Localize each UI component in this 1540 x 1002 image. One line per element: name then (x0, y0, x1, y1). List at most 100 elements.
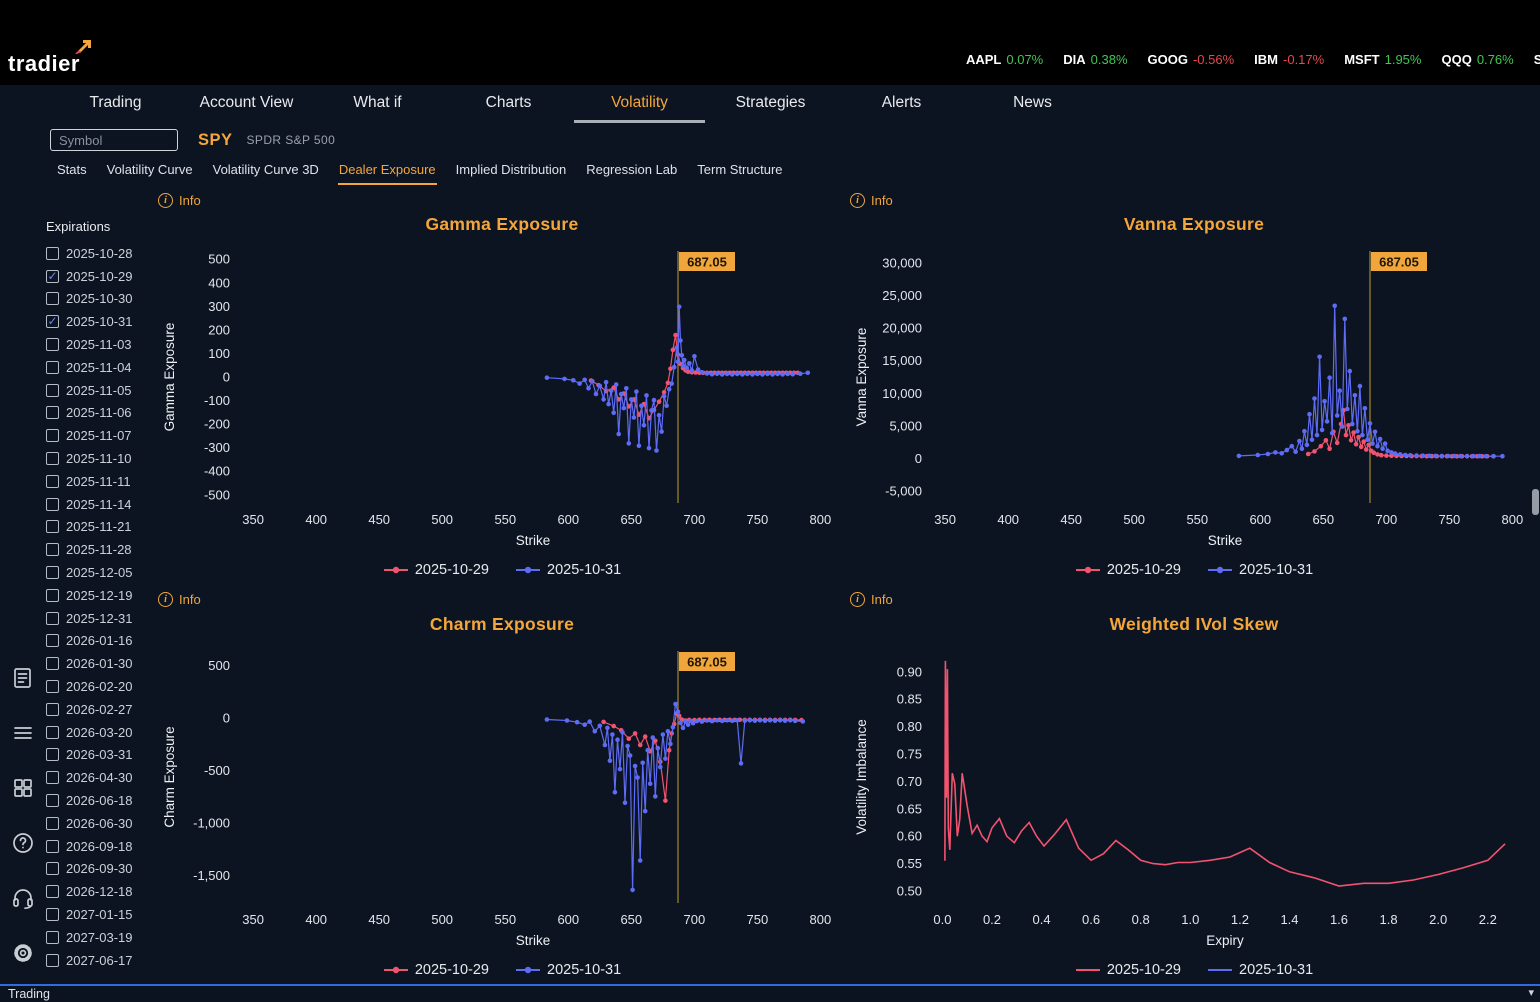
expiration-item[interactable]: 2026-02-20 (46, 675, 156, 698)
nav-tab-volatility[interactable]: Volatility (574, 85, 705, 123)
legend-item-2025-10-29[interactable]: 2025-10-29 (1075, 962, 1181, 978)
charm-exposure-chart[interactable]: 500 0 -500 -1,000 -1,500 350 400 450 500 550 600 65… (160, 639, 844, 957)
expiration-checkbox[interactable] (46, 680, 59, 694)
vanna-info-button[interactable]: Info (850, 189, 920, 211)
help-icon[interactable] (10, 830, 36, 856)
expiration-checkbox[interactable] (46, 839, 59, 853)
grid-apps-icon[interactable] (10, 775, 36, 801)
expiration-checkbox[interactable] (46, 657, 59, 671)
subtab-volatility-curve[interactable]: Volatility Curve (106, 157, 194, 185)
expiration-checkbox[interactable] (46, 702, 59, 716)
expiration-item[interactable]: 2025-11-05 (46, 379, 156, 402)
expiration-checkbox[interactable] (46, 497, 59, 511)
gamma-exposure-chart[interactable]: 500 400 300 200 100 0 -100 -200 -300 -400 -500 350 4… (160, 239, 844, 557)
nav-tab-account-view[interactable]: Account View (181, 85, 312, 123)
legend-item-2025-10-29[interactable]: 2025-10-29 (383, 562, 489, 578)
expiration-checkbox[interactable] (46, 908, 59, 921)
expiration-checkbox[interactable] (46, 885, 59, 899)
nav-tab-news[interactable]: News (967, 85, 1098, 123)
expiration-item[interactable]: 2026-09-30 (46, 858, 156, 881)
subtab-stats[interactable]: Stats (56, 157, 88, 185)
expiration-checkbox[interactable] (46, 930, 59, 944)
subtab-implied-distribution[interactable]: Implied Distribution (455, 157, 568, 185)
nav-tab-alerts[interactable]: Alerts (836, 85, 967, 123)
symbol-input[interactable] (50, 129, 178, 151)
expiration-item[interactable]: 2025-11-07 (46, 424, 156, 447)
ticker-qqq[interactable]: QQQ 0.76% (1441, 52, 1513, 67)
expiration-checkbox[interactable] (46, 452, 59, 466)
expiration-item[interactable]: 2026-09-18 (46, 835, 156, 858)
expiration-item[interactable]: 2026-04-30 (46, 766, 156, 789)
expiration-checkbox[interactable] (46, 406, 59, 420)
ticker-msft[interactable]: MSFT 1.95% (1344, 52, 1421, 67)
expiration-checkbox[interactable] (46, 588, 59, 602)
nav-tab-trading[interactable]: Trading (50, 85, 181, 123)
charm-info-button[interactable]: Info (158, 589, 228, 611)
weighted-ivol-skew-chart[interactable]: 0.90 0.85 0.80 0.75 0.70 0.65 0.60 0.55 0.50 0.0 0… (852, 639, 1536, 957)
headset-icon[interactable] (10, 885, 36, 911)
ticker-ibm[interactable]: IBM -0.17% (1254, 52, 1324, 67)
ticker-aapl[interactable]: AAPL 0.07% (966, 52, 1043, 67)
status-caret-icon[interactable]: ▾ (1528, 986, 1534, 999)
ivol-info-button[interactable]: Info (850, 589, 920, 611)
expiration-item[interactable]: 2025-12-19 (46, 584, 156, 607)
menu-icon[interactable] (10, 720, 36, 746)
expiration-item[interactable]: 2026-01-16 (46, 630, 156, 653)
expiration-checkbox[interactable] (46, 611, 59, 625)
expiration-checkbox[interactable]: ✓ (46, 315, 59, 329)
expiration-checkbox[interactable] (46, 338, 59, 352)
ticker-dia[interactable]: DIA 0.38% (1063, 52, 1127, 67)
subtab-regression-lab[interactable]: Regression Lab (585, 157, 678, 185)
expiration-item[interactable]: 2026-12-18 (46, 880, 156, 903)
expiration-checkbox[interactable] (46, 953, 59, 967)
expiration-item[interactable]: 2026-01-30 (46, 652, 156, 675)
legend-item-2025-10-31[interactable]: 2025-10-31 (1207, 562, 1313, 578)
expiration-item[interactable]: 2026-06-30 (46, 812, 156, 835)
legend-item-2025-10-31[interactable]: 2025-10-31 (1207, 962, 1313, 978)
expiration-item[interactable]: 2026-06-18 (46, 789, 156, 812)
legend-item-2025-10-31[interactable]: 2025-10-31 (515, 562, 621, 578)
expiration-item[interactable]: 2027-01-15 (46, 903, 156, 926)
expiration-item[interactable]: 2026-02-27 (46, 698, 156, 721)
settings-gear-icon[interactable] (10, 940, 36, 966)
expiration-item[interactable]: 2025-11-28 (46, 538, 156, 561)
nav-tab-charts[interactable]: Charts (443, 85, 574, 123)
expiration-checkbox[interactable] (46, 383, 59, 397)
subtab-term-structure[interactable]: Term Structure (696, 157, 783, 185)
expiration-item[interactable]: ✓ 2025-10-29 (46, 265, 156, 288)
expiration-item[interactable]: 2025-12-31 (46, 607, 156, 630)
nav-tab-strategies[interactable]: Strategies (705, 85, 836, 123)
expiration-item[interactable]: 2026-03-31 (46, 744, 156, 767)
ticker-goog[interactable]: GOOG -0.56% (1148, 52, 1235, 67)
scrollbar-thumb[interactable] (1532, 489, 1539, 515)
expiration-checkbox[interactable] (46, 794, 59, 808)
expiration-checkbox[interactable]: ✓ (46, 269, 59, 283)
expiration-item[interactable]: 2025-11-03 (46, 333, 156, 356)
expiration-item[interactable]: 2027-03-19 (46, 926, 156, 949)
expiration-item[interactable]: 2025-10-28 (46, 242, 156, 265)
document-icon[interactable] (10, 665, 36, 691)
nav-tab-what-if[interactable]: What if (312, 85, 443, 123)
expiration-item[interactable]: 2025-11-06 (46, 402, 156, 425)
subtab-dealer-exposure[interactable]: Dealer Exposure (338, 157, 437, 185)
expiration-checkbox[interactable] (46, 543, 59, 557)
expiration-checkbox[interactable] (46, 725, 59, 739)
expiration-item[interactable]: 2025-11-11 (46, 470, 156, 493)
expiration-checkbox[interactable] (46, 360, 59, 374)
expiration-item[interactable]: 2025-12-05 (46, 561, 156, 584)
expiration-checkbox[interactable] (46, 771, 59, 785)
legend-item-2025-10-29[interactable]: 2025-10-29 (1075, 562, 1181, 578)
expiration-item[interactable]: 2025-11-04 (46, 356, 156, 379)
expiration-checkbox[interactable] (46, 292, 59, 306)
expiration-checkbox[interactable] (46, 474, 59, 488)
expiration-item[interactable]: 2025-11-14 (46, 493, 156, 516)
expiration-checkbox[interactable] (46, 429, 59, 443)
expiration-item[interactable]: 2025-11-10 (46, 447, 156, 470)
subtab-volatility-curve-3d[interactable]: Volatility Curve 3D (212, 157, 320, 185)
ticker-si[interactable]: SI (1534, 52, 1540, 67)
vanna-exposure-chart[interactable]: 30,000 25,000 20,000 15,000 10,000 5,000 0 -5,0… (852, 239, 1536, 557)
gamma-info-button[interactable]: Info (158, 189, 228, 211)
expiration-checkbox[interactable] (46, 566, 59, 580)
expiration-item[interactable]: 2026-03-20 (46, 721, 156, 744)
legend-item-2025-10-31[interactable]: 2025-10-31 (515, 962, 621, 978)
